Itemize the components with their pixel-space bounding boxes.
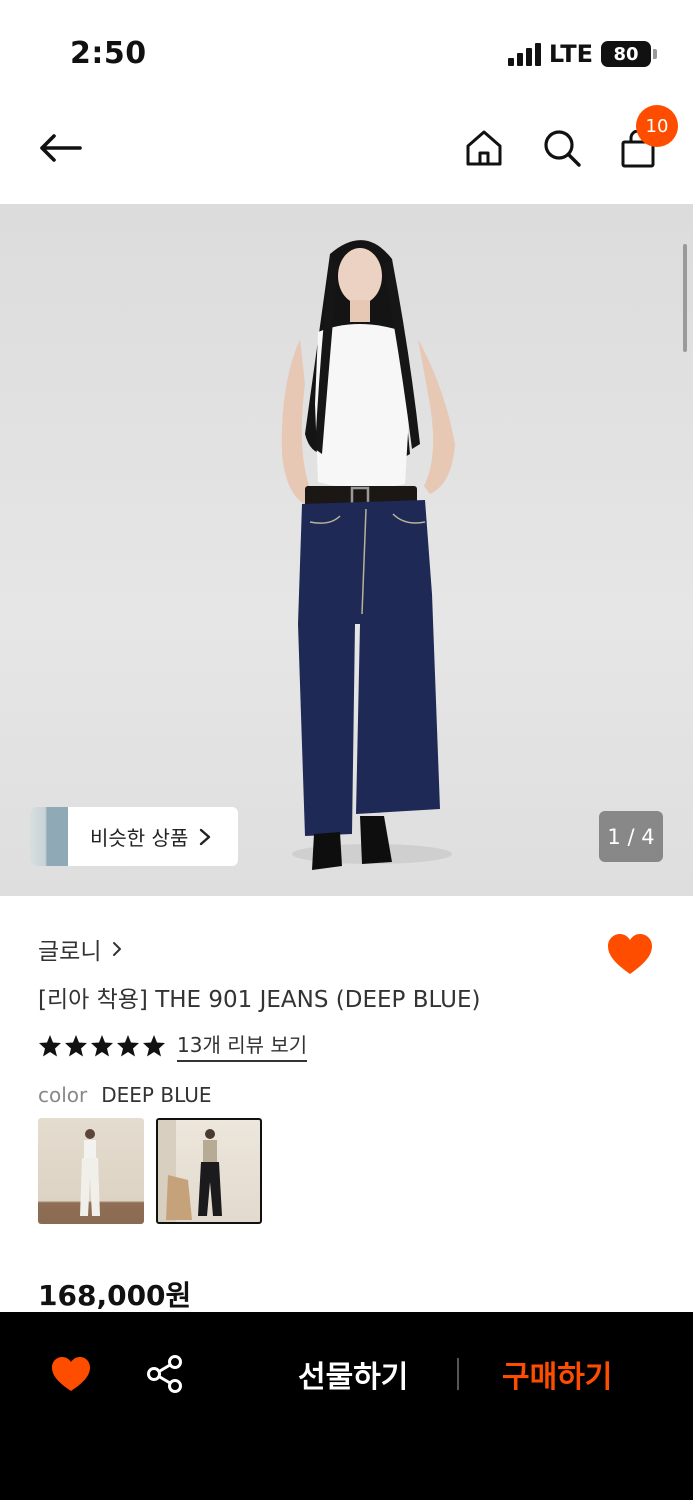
chevron-right-icon (113, 942, 122, 956)
wishlist-heart-icon[interactable] (606, 932, 654, 976)
similar-products-label: 비슷한 상품 (90, 826, 189, 850)
star-icon (143, 1034, 165, 1056)
wishlist-heart-icon[interactable] (50, 1355, 92, 1393)
star-icon (39, 1034, 61, 1056)
battery-cap (653, 49, 657, 59)
star-icon (117, 1034, 139, 1056)
similar-product-thumbnail (30, 807, 68, 866)
rating-stars (38, 1034, 166, 1058)
color-label: color (38, 1083, 88, 1107)
battery-icon: 80 (601, 41, 651, 67)
brand-link[interactable]: 글로니 (38, 932, 123, 966)
search-icon (544, 130, 581, 167)
status-time: 2:50 (70, 36, 147, 71)
product-photo (281, 240, 455, 870)
swatch-photo (158, 1120, 222, 1222)
star-icon (65, 1034, 87, 1056)
network-label: LTE (548, 40, 593, 68)
share-icon[interactable] (145, 1354, 185, 1394)
product-price: 168,000원 (38, 1279, 192, 1312)
product-title: [리아 착용] THE 901 JEANS (DEEP BLUE) (38, 987, 481, 1013)
swatch-photo (80, 1129, 100, 1216)
buy-button[interactable]: 구매하기 (502, 1352, 612, 1396)
chevron-right-icon (200, 828, 211, 845)
home-icon (466, 130, 502, 166)
gift-button[interactable]: 선물하기 (298, 1352, 408, 1396)
review-link[interactable]: 13개 리뷰 보기 (177, 1029, 308, 1062)
color-swatches (38, 1118, 262, 1224)
status-indicators: LTE 80 (507, 40, 657, 68)
divider (457, 1358, 459, 1390)
brand-name: 글로니 (38, 939, 102, 965)
bottom-action-bar: 선물하기 구매하기 (0, 1312, 693, 1500)
search-button[interactable] (538, 124, 586, 172)
back-arrow-icon (40, 134, 82, 162)
color-swatch-selected[interactable] (156, 1118, 262, 1224)
color-swatch[interactable] (38, 1118, 144, 1224)
color-row: color DEEP BLUE (38, 1083, 211, 1107)
home-button[interactable] (462, 124, 506, 172)
similar-products-button[interactable]: 비슷한 상품 (30, 807, 238, 866)
rating-row: 13개 리뷰 보기 (38, 1029, 308, 1062)
color-value: DEEP BLUE (101, 1083, 212, 1107)
image-page-indicator: 1 / 4 (599, 811, 663, 862)
back-button[interactable] (32, 124, 88, 172)
status-bar: 2:50 LTE 80 (0, 0, 693, 100)
top-nav-bar: 10 (0, 100, 693, 204)
cart-count-badge: 10 (636, 105, 678, 147)
battery-level: 80 (613, 43, 639, 65)
scroll-indicator (683, 244, 687, 352)
star-icon (91, 1034, 113, 1056)
signal-icon (507, 42, 541, 66)
product-image-carousel[interactable]: 비슷한 상품 1 / 4 (0, 204, 693, 896)
